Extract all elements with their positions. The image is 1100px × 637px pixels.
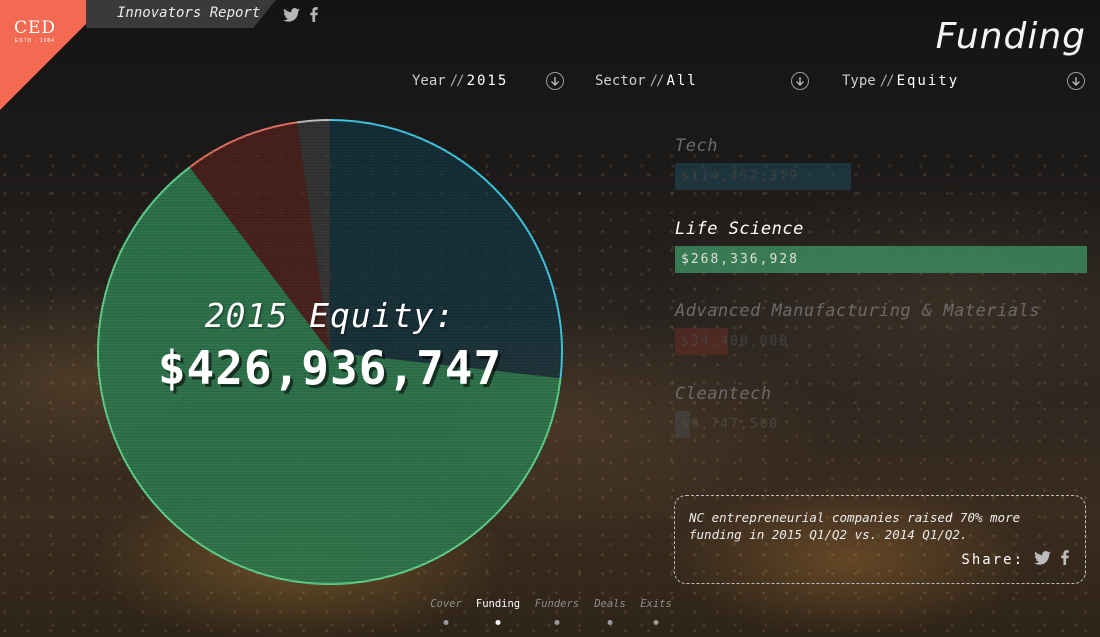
- sector-amount: $268,336,928: [681, 252, 799, 267]
- pie-caption: 2015 Equity:: [204, 296, 456, 335]
- filter-type-label: Type: [842, 73, 876, 89]
- sector-tech[interactable]: Tech $114,452,319: [675, 136, 851, 190]
- nav-dot[interactable]: [554, 620, 560, 625]
- sector-amount: $9,747,500: [681, 417, 780, 432]
- insight-text: NC entrepreneurial companies raised 70% …: [689, 510, 1021, 542]
- filter-year[interactable]: Year // 2015: [412, 70, 564, 92]
- pie-total: $426,936,747: [157, 341, 503, 395]
- insight-box: NC entrepreneurial companies raised 70% …: [674, 495, 1086, 584]
- filter-sector-value: All: [666, 73, 698, 89]
- sector-bar: $114,452,319: [675, 163, 851, 190]
- sector-advanced-manufacturing[interactable]: Advanced Manufacturing & Materials $34,4…: [675, 301, 1040, 355]
- nav-dot-active[interactable]: [495, 620, 501, 625]
- filter-type-value: Equity: [896, 73, 960, 89]
- separator: //: [879, 73, 895, 89]
- facebook-icon[interactable]: [1061, 550, 1069, 569]
- separator: //: [649, 73, 665, 89]
- chevron-down-icon[interactable]: [546, 72, 564, 90]
- page-title: Funding: [935, 16, 1086, 57]
- nav-item-deals[interactable]: Deals: [594, 598, 626, 610]
- sector-name: Advanced Manufacturing & Materials: [675, 301, 1040, 321]
- nav-dot[interactable]: [653, 620, 659, 625]
- share-label: Share:: [961, 551, 1024, 568]
- report-label[interactable]: Innovators Report: [117, 5, 260, 21]
- pie-slice-tech[interactable]: [330, 120, 562, 379]
- nav-item-funders[interactable]: Funders: [535, 598, 579, 610]
- logo[interactable]: CED: [12, 18, 58, 38]
- nav-item-cover[interactable]: Cover: [430, 598, 462, 610]
- facebook-icon[interactable]: [310, 7, 318, 26]
- filter-year-label: Year: [412, 73, 446, 89]
- filter-sector-label: Sector: [595, 73, 646, 89]
- sector-amount: $34,400,000: [681, 334, 790, 349]
- filter-year-value: 2015: [466, 73, 509, 89]
- filter-sector[interactable]: Sector // All: [595, 70, 809, 92]
- chevron-down-icon[interactable]: [1067, 72, 1085, 90]
- twitter-icon[interactable]: [283, 7, 300, 26]
- chevron-down-icon[interactable]: [791, 72, 809, 90]
- sector-bar: $34,400,000: [675, 328, 787, 355]
- sector-life-science[interactable]: Life Science $268,336,928: [675, 219, 1087, 273]
- twitter-icon[interactable]: [1034, 550, 1051, 569]
- sector-name: Tech: [675, 136, 718, 156]
- sector-name: Life Science: [675, 219, 804, 239]
- sector-name: Cleantech: [675, 384, 772, 404]
- nav-item-exits[interactable]: Exits: [640, 598, 672, 610]
- sector-amount: $114,452,319: [681, 169, 799, 184]
- sector-cleantech[interactable]: Cleantech $9,747,500: [675, 384, 777, 438]
- separator: //: [449, 73, 465, 89]
- logo-subtitle: ESTD · 1984: [15, 38, 55, 44]
- sector-bar: $9,747,500: [675, 411, 777, 438]
- header-social: [283, 7, 318, 26]
- nav-item-funding[interactable]: Funding: [476, 598, 520, 610]
- filter-type[interactable]: Type // Equity: [842, 70, 1085, 92]
- sector-bar: $268,336,928: [675, 246, 1087, 273]
- nav-dot[interactable]: [607, 620, 613, 625]
- share-row: Share:: [961, 550, 1069, 569]
- nav-dot[interactable]: [443, 620, 449, 625]
